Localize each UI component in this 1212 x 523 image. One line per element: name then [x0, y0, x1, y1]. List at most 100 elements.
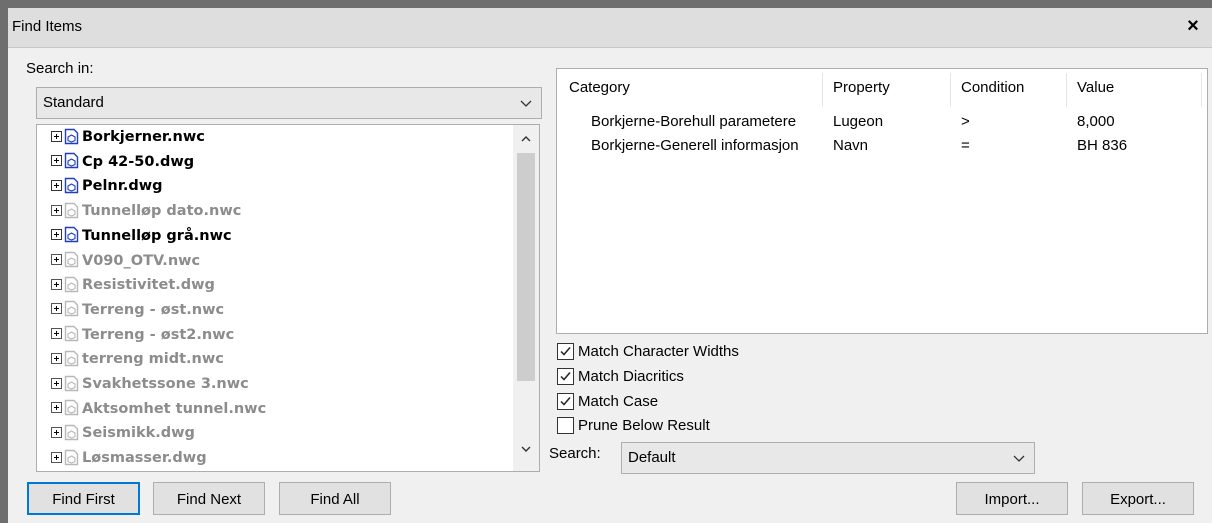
scroll-up-icon[interactable]	[520, 133, 532, 145]
tree-item-label: V090_OTV.nwc	[82, 252, 201, 269]
column-header-property[interactable]: Property	[833, 79, 890, 96]
expand-icon[interactable]	[51, 130, 62, 142]
search-tree[interactable]: Borkjerner.nwc Cp 42-50.dwg Pelnr.dwg Tunne…	[36, 124, 540, 472]
window-title: Find Items	[12, 18, 83, 35]
search-in-value: Standard	[43, 94, 104, 111]
expand-icon[interactable]	[51, 377, 62, 389]
chevron-down-icon	[520, 100, 532, 107]
tree-item[interactable]: Seismikk.dwg	[51, 424, 195, 448]
expand-icon[interactable]	[51, 229, 62, 241]
find-items-dialog: Find Items × Search in: Standard Borkjer…	[0, 0, 1212, 523]
cell-category: Borkjerne-Borehull parametere	[591, 113, 797, 130]
expand-icon[interactable]	[51, 402, 62, 414]
expand-icon[interactable]	[51, 179, 62, 191]
tree-item[interactable]: Pelnr.dwg	[51, 177, 163, 201]
tree-item[interactable]: Borkjerner.nwc	[51, 128, 205, 152]
column-header-condition[interactable]: Condition	[961, 79, 1024, 96]
tree-item-label: Tunnelløp dato.nwc	[82, 203, 242, 220]
search-dropdown[interactable]: Default	[621, 442, 1035, 474]
tree-item[interactable]: Terreng - øst2.nwc	[51, 325, 234, 350]
checkbox-box[interactable]	[557, 368, 574, 385]
file-icon	[64, 375, 79, 392]
export-button[interactable]: Export...	[1082, 482, 1194, 515]
tree-item-label: Aktsomhet tunnel.nwc	[82, 400, 267, 417]
column-separator	[1066, 73, 1067, 107]
scroll-down-icon[interactable]	[520, 443, 532, 455]
tree-item-label: Løsmasser.dwg	[82, 450, 207, 467]
expand-icon[interactable]	[51, 155, 62, 167]
expand-icon[interactable]	[51, 254, 62, 266]
tree-item[interactable]: Svakhetssone 3.nwc	[51, 375, 249, 399]
checkbox-box[interactable]	[557, 343, 574, 360]
chevron-down-icon	[1013, 455, 1025, 462]
tree-item[interactable]: Løsmasser.dwg	[51, 449, 207, 471]
tree-item[interactable]: Cp 42-50.dwg	[51, 153, 194, 177]
expand-icon[interactable]	[51, 303, 62, 315]
checkbox-box[interactable]	[557, 393, 574, 410]
find-first-button[interactable]: Find First	[27, 482, 140, 515]
close-icon[interactable]: ×	[1182, 13, 1204, 39]
file-icon	[64, 424, 79, 441]
column-separator	[950, 73, 951, 107]
tree-item[interactable]: Tunnelløp dato.nwc	[51, 202, 241, 226]
checkbox-label: Match Case	[578, 393, 659, 410]
expand-icon[interactable]	[51, 426, 62, 438]
cell-condition: >	[961, 113, 970, 130]
checkbox-label: Prune Below Result	[578, 417, 710, 434]
cell-value: BH 836	[1077, 137, 1128, 154]
tree-item-label: Terreng - øst.nwc	[82, 301, 225, 318]
tree-scrollbar[interactable]	[513, 125, 539, 471]
cell-property: Navn	[833, 137, 869, 154]
tree-item-label: Pelnr.dwg	[82, 178, 163, 195]
import-button[interactable]: Import...	[956, 482, 1068, 515]
scroll-thumb[interactable]	[517, 153, 535, 381]
cell-value: 8,000	[1077, 113, 1115, 130]
search-in-dropdown[interactable]: Standard	[36, 87, 542, 119]
tree-item-label: Tunnelløp grå.nwc	[82, 227, 232, 244]
tree-item-label: Borkjerner.nwc	[82, 129, 205, 146]
cell-condition: =	[961, 137, 970, 154]
search-label: Search:	[549, 445, 601, 462]
expand-icon[interactable]	[51, 352, 62, 364]
tree-item[interactable]: Resistivitet.dwg	[51, 276, 215, 300]
tree-item-label: Seismikk.dwg	[82, 425, 195, 442]
title-bar: Find Items ×	[8, 8, 1212, 48]
find-next-button[interactable]: Find Next	[153, 482, 265, 515]
checkbox-box[interactable]	[557, 417, 574, 434]
column-separator	[1201, 73, 1202, 107]
search-in-label: Search in:	[26, 60, 94, 77]
column-header-category[interactable]: Category	[569, 79, 630, 96]
search-value: Default	[628, 449, 676, 466]
column-separator	[822, 73, 823, 107]
tree-item-label: Resistivitet.dwg	[82, 277, 215, 294]
expand-icon[interactable]	[51, 204, 62, 216]
tree-item[interactable]: Tunnelløp grå.nwc	[51, 227, 232, 251]
tree-item-label: Svakhetssone 3.nwc	[82, 376, 249, 393]
tree-item-label: terreng midt.nwc	[82, 351, 224, 368]
column-header-value[interactable]: Value	[1077, 79, 1114, 96]
file-icon	[64, 300, 79, 317]
file-icon	[64, 251, 79, 268]
expand-icon[interactable]	[51, 278, 62, 290]
file-icon	[64, 152, 79, 169]
expand-icon[interactable]	[51, 328, 62, 340]
file-icon	[64, 202, 79, 219]
file-icon	[64, 350, 79, 367]
cell-property: Lugeon	[833, 113, 884, 130]
tree-item[interactable]: Aktsomhet tunnel.nwc	[51, 400, 266, 424]
file-icon	[64, 177, 79, 194]
tree-item[interactable]: Terreng - øst.nwc	[51, 301, 224, 325]
expand-icon[interactable]	[51, 451, 62, 463]
file-icon	[64, 325, 79, 342]
checkbox-label: Match Character Widths	[578, 343, 739, 360]
conditions-grid[interactable]: Category Property Condition Value Borkje…	[556, 68, 1208, 334]
cell-category: Borkjerne-Generell informasjon	[591, 137, 799, 154]
file-icon	[64, 128, 79, 145]
checkbox-label: Match Diacritics	[578, 368, 684, 385]
tree-item[interactable]: V090_OTV.nwc	[51, 251, 201, 276]
file-icon	[64, 399, 79, 416]
find-all-button[interactable]: Find All	[279, 482, 391, 515]
tree-item[interactable]: terreng midt.nwc	[51, 350, 224, 374]
tree-item-label: Cp 42-50.dwg	[82, 153, 195, 170]
file-icon	[64, 449, 79, 466]
